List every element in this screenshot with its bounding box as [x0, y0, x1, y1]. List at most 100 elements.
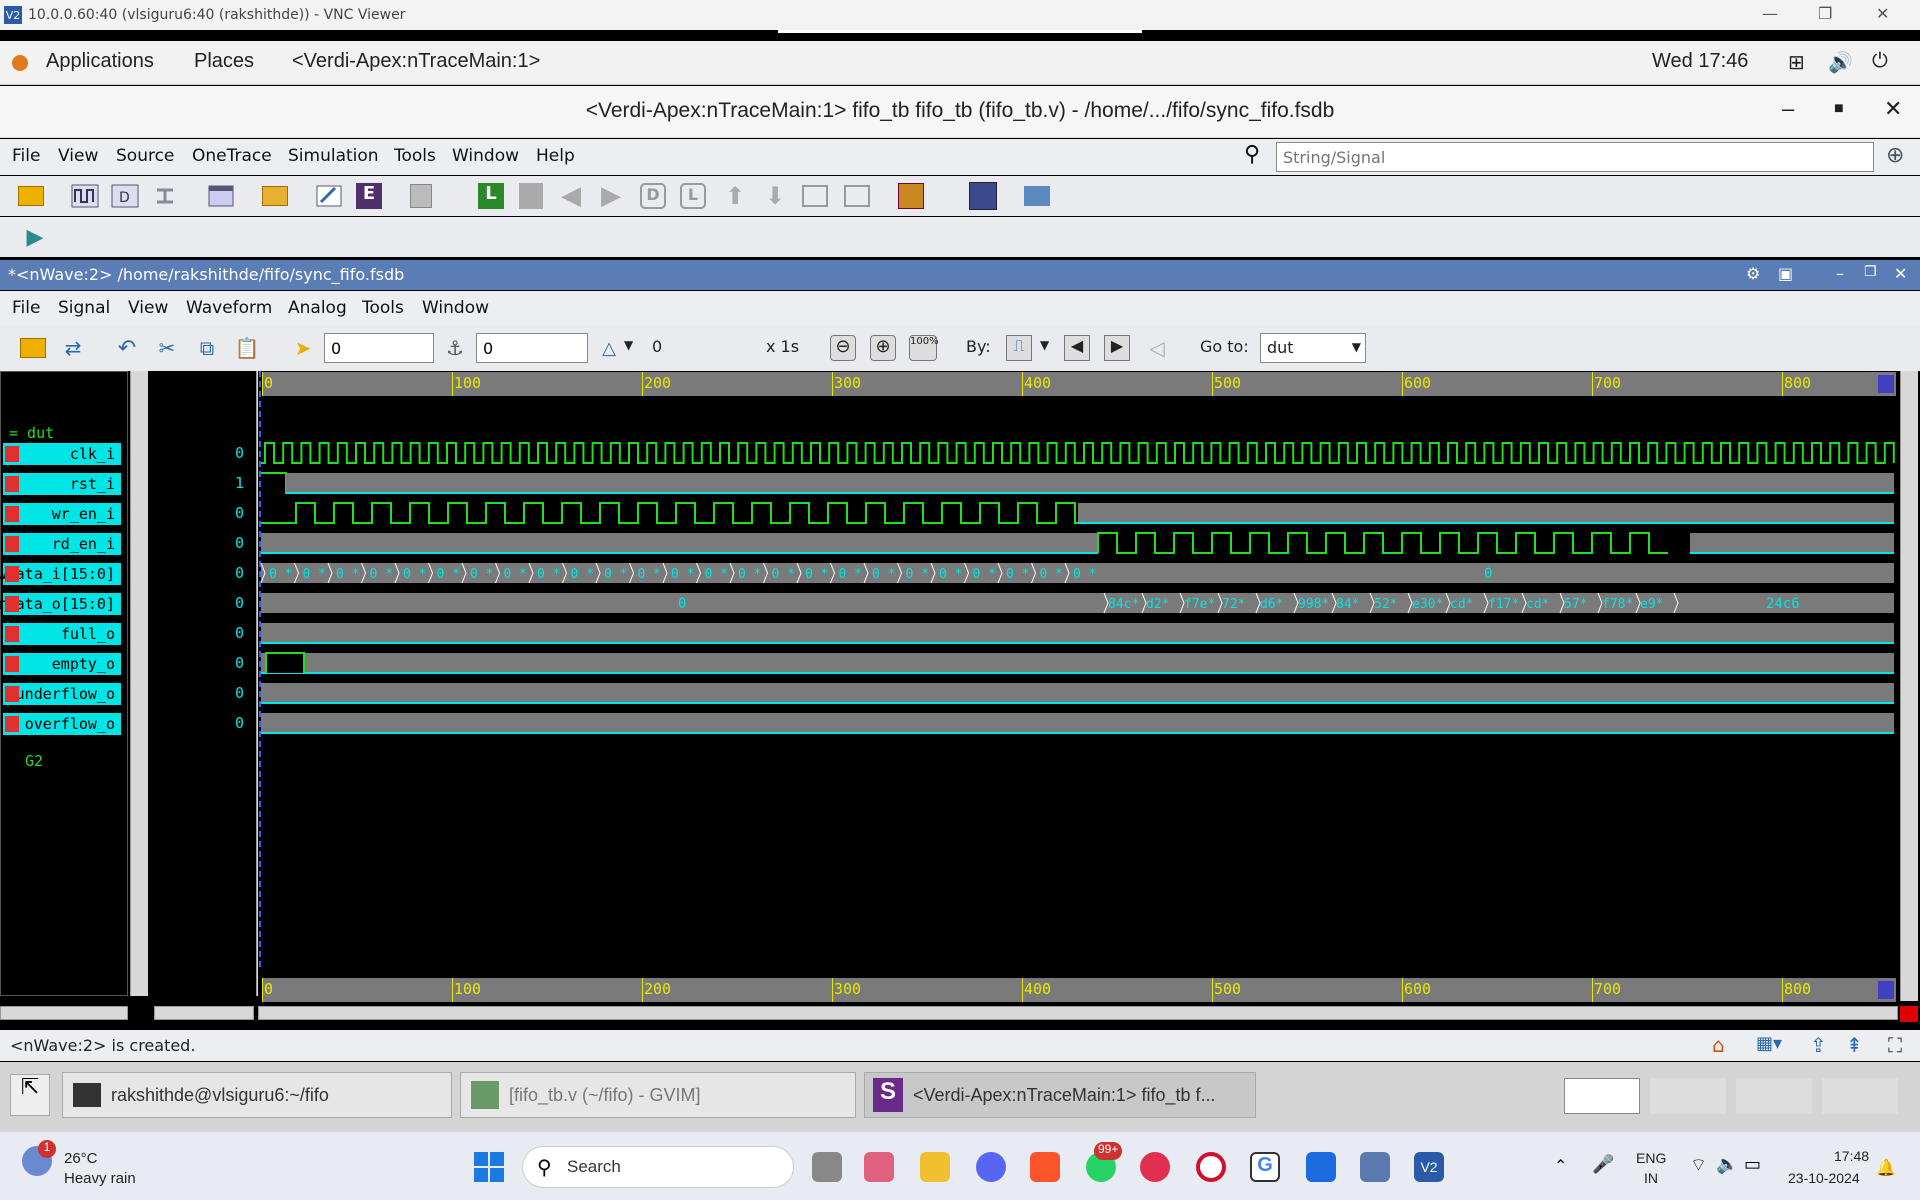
- dock-icon[interactable]: ⚙: [1746, 264, 1760, 283]
- media-player-icon[interactable]: [1140, 1152, 1170, 1182]
- menu-source[interactable]: Source: [116, 146, 174, 166]
- vnc-taskbar-icon[interactable]: V2: [1414, 1152, 1444, 1182]
- time-ruler-bottom[interactable]: 0 100 200 300 400 500 600 700 800: [262, 978, 1896, 1002]
- cursor-time-input[interactable]: [324, 333, 434, 363]
- microphone-icon[interactable]: 🎤: [1592, 1154, 1614, 1175]
- battery-icon[interactable]: ▭: [1744, 1154, 1761, 1175]
- nwave-menu-file[interactable]: File: [12, 298, 40, 318]
- float-icon[interactable]: ▣: [1778, 264, 1793, 283]
- l-icon[interactable]: L: [476, 181, 506, 211]
- forward-arrow-icon[interactable]: ▶: [596, 181, 626, 211]
- delta-dropdown-icon[interactable]: ▼: [624, 338, 633, 352]
- clock[interactable]: Wed 17:46: [1652, 50, 1748, 73]
- signal-name-full-o[interactable]: full_o: [3, 623, 121, 645]
- signal-name-empty-o[interactable]: empty_o: [3, 653, 121, 675]
- signal-h-scrollbar[interactable]: [0, 1006, 128, 1020]
- copy-icon[interactable]: ⧉: [192, 333, 222, 363]
- marker-time-input[interactable]: [476, 333, 588, 363]
- fullscreen-icon[interactable]: ⛶: [1888, 1033, 1902, 1057]
- task-view-icon[interactable]: [812, 1152, 842, 1182]
- network-icon[interactable]: ⊞: [1788, 50, 1805, 75]
- tree-icon[interactable]: [800, 181, 830, 211]
- nwave-menu-window[interactable]: Window: [422, 298, 489, 318]
- workspace-2[interactable]: [1650, 1078, 1726, 1114]
- active-window-label[interactable]: <Verdi-Apex:nTraceMain:1>: [292, 50, 540, 73]
- menu-help[interactable]: Help: [536, 146, 575, 166]
- nwave-menu-signal[interactable]: Signal: [58, 298, 110, 318]
- file-explorer-icon[interactable]: [920, 1152, 950, 1182]
- marker-icon[interactable]: ⚓: [440, 333, 470, 363]
- google-icon[interactable]: G: [1250, 1152, 1280, 1182]
- waveform-canvas[interactable]: 0 * 0 * 0 * 0 * 0 * 0 * 0 * 0 * 0 * 0 * 0 * 0 * 0 * 0…: [258, 371, 1898, 996]
- window-close-icon[interactable]: ✕: [1884, 96, 1902, 122]
- zoom-in-icon[interactable]: ⊕: [868, 333, 898, 363]
- zoom-fit-icon[interactable]: 100%: [908, 333, 939, 363]
- goto-select[interactable]: dut ▼: [1260, 333, 1366, 363]
- waveform-h-scrollbar[interactable]: [258, 1006, 1898, 1020]
- nwave-menu-analog[interactable]: Analog: [288, 298, 347, 318]
- nwave-menu-view[interactable]: View: [128, 298, 168, 318]
- menu-view[interactable]: View: [58, 146, 98, 166]
- power-icon[interactable]: ⏻: [1872, 50, 1888, 73]
- minimize-icon[interactable]: —: [1762, 4, 1778, 23]
- window-maximize-icon[interactable]: ■: [1834, 100, 1844, 118]
- places-menu[interactable]: Places: [194, 50, 254, 73]
- tree-up-icon[interactable]: ⇞: [1846, 1033, 1863, 1057]
- windows-start-icon[interactable]: [474, 1152, 504, 1182]
- l-nav-icon[interactable]: L: [678, 181, 708, 211]
- home-icon[interactable]: ⌂: [1712, 1033, 1725, 1057]
- brave-icon[interactable]: [1030, 1152, 1060, 1182]
- upload-icon[interactable]: ⇪: [1810, 1033, 1827, 1057]
- wifi-icon[interactable]: ⌔: [1690, 1154, 1707, 1177]
- volume-icon[interactable]: 🔊: [1828, 50, 1853, 75]
- taskbar-time[interactable]: 17:48: [1834, 1148, 1869, 1164]
- time-ruler-top[interactable]: 0 100 200 300 400 500 600 700 800: [262, 372, 1896, 396]
- copilot-icon[interactable]: [864, 1152, 894, 1182]
- group2-label[interactable]: G2: [25, 752, 43, 770]
- by-dropdown-icon[interactable]: ▼: [1040, 338, 1049, 352]
- waveform-area[interactable]: 0 * 0 * 0 * 0 * 0 * 0 * 0 * 0 * 0 * 0 * 0 * 0 * 0 * 0…: [258, 371, 1898, 996]
- signal-name-rdata-o[interactable]: rdata_o[15:0]: [0, 593, 121, 615]
- taskbar-date[interactable]: 23-10-2024: [1788, 1170, 1860, 1186]
- window-minimize-icon[interactable]: –: [1782, 96, 1794, 122]
- paste2-icon[interactable]: 📋: [232, 333, 262, 363]
- reload-icon[interactable]: ⇄: [58, 333, 88, 363]
- schematic-icon[interactable]: D: [110, 181, 140, 211]
- delta-icon[interactable]: △: [594, 333, 624, 363]
- signal-search-input[interactable]: [1276, 142, 1874, 172]
- nwave-restore-icon[interactable]: ❐: [1864, 264, 1877, 280]
- group-label[interactable]: = dut: [9, 424, 54, 442]
- signal-name-wr-en-i[interactable]: wr_en_i: [3, 503, 121, 525]
- waveform-icon[interactable]: [70, 181, 100, 211]
- nwave-menu-tools[interactable]: Tools: [362, 298, 404, 318]
- workspace-3[interactable]: [1736, 1078, 1812, 1114]
- package-icon[interactable]: [896, 181, 926, 211]
- signal-name-overflow-o[interactable]: overflow_o: [3, 713, 121, 735]
- tree2-icon[interactable]: [842, 181, 872, 211]
- lang-label[interactable]: ENG: [1636, 1150, 1666, 1166]
- edit-icon[interactable]: [314, 181, 344, 211]
- undo-icon[interactable]: ↶: [112, 333, 142, 363]
- speaker-icon[interactable]: 🔈: [1716, 1154, 1738, 1175]
- menu-tools[interactable]: Tools: [394, 146, 436, 166]
- back-arrow-icon[interactable]: ◀: [556, 181, 586, 211]
- menu-simulation[interactable]: Simulation: [288, 146, 379, 166]
- apex-icon[interactable]: [968, 181, 998, 211]
- menu-onetrace[interactable]: OneTrace: [192, 146, 272, 166]
- target-icon[interactable]: ⊕: [1886, 143, 1904, 168]
- search-icon[interactable]: ⚲: [1244, 142, 1260, 167]
- security-icon[interactable]: [1306, 1152, 1336, 1182]
- folder-icon[interactable]: [260, 181, 290, 211]
- task-verdi[interactable]: S <Verdi-Apex:nTraceMain:1> fifo_tb f...: [864, 1072, 1256, 1118]
- zoom-out-icon[interactable]: ⊖: [828, 333, 858, 363]
- notification-bell-icon[interactable]: 🔔: [1876, 1158, 1896, 1178]
- layout-icon[interactable]: ▦▾: [1756, 1033, 1782, 1054]
- sim-icon[interactable]: [1022, 181, 1052, 211]
- task-gvim[interactable]: [fifo_tb.v (~/fifo) - GVIM]: [460, 1072, 856, 1118]
- region-label[interactable]: IN: [1644, 1170, 1658, 1186]
- open-folder-icon[interactable]: [16, 181, 46, 211]
- menu-window[interactable]: Window: [452, 146, 519, 166]
- signal-name-rst-i[interactable]: rst_i: [3, 473, 121, 495]
- search-back-icon[interactable]: ◁: [1142, 333, 1172, 363]
- workspace-4[interactable]: [1822, 1078, 1898, 1114]
